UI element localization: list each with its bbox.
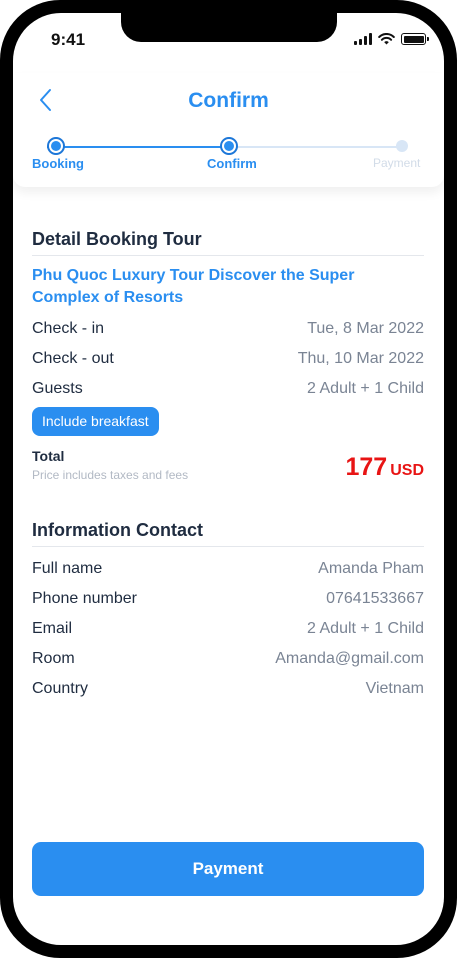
signal-icon [354, 33, 372, 45]
divider [32, 255, 424, 256]
country-label: Country [32, 680, 89, 697]
booking-section-title: Detail Booking Tour [32, 229, 202, 249]
room-label: Room [32, 650, 75, 667]
page-title: Confirm [188, 89, 269, 112]
country-row: Country Vietnam [32, 678, 424, 700]
notch [121, 13, 337, 42]
room-row: Room Amanda@gmail.com [32, 648, 424, 670]
checkin-label: Check - in [32, 320, 105, 337]
step-connector-1 [47, 146, 222, 148]
email-value: 2 Adult + 1 Child [307, 620, 424, 637]
room-value: Amanda@gmail.com [275, 650, 424, 667]
tour-name: Phu Quoc Luxury Tour Discover the Super … [32, 267, 355, 306]
phone-frame: 9:41 Confirm Booking Confirm Payment Det… [0, 0, 457, 958]
step-label-payment: Payment [373, 156, 421, 170]
price-amount: 177 [345, 453, 388, 481]
breakfast-badge: Include breakfast [32, 407, 159, 436]
checkout-row: Check - out Thu, 10 Mar 2022 [32, 348, 424, 370]
total-price: 177 USD [346, 453, 425, 482]
checkin-value: Tue, 8 Mar 2022 [307, 320, 424, 337]
checkin-row: Check - in Tue, 8 Mar 2022 [32, 318, 424, 340]
status-time: 9:41 [51, 30, 86, 49]
step-dot-booking [47, 137, 65, 155]
email-row: Email 2 Adult + 1 Child [32, 618, 424, 640]
payment-button[interactable]: Payment [32, 842, 424, 896]
step-dot-payment [396, 140, 408, 152]
contact-section-title: Information Contact [32, 520, 203, 540]
phone-row: Phone number 07641533667 [32, 588, 424, 610]
step-label-booking: Booking [32, 156, 84, 171]
total-label: Total [32, 448, 65, 464]
checkout-value: Thu, 10 Mar 2022 [297, 350, 424, 367]
phone-label: Phone number [32, 590, 137, 607]
step-dot-confirm [220, 137, 238, 155]
guests-row: Guests 2 Adult + 1 Child [32, 378, 424, 400]
wifi-icon [378, 33, 395, 45]
country-value: Vietnam [365, 680, 424, 697]
fullname-value: Amanda Pham [318, 560, 424, 577]
fullname-label: Full name [32, 560, 103, 577]
phone-value: 07641533667 [326, 590, 424, 607]
header: Confirm Booking Confirm Payment [13, 73, 444, 187]
guests-label: Guests [32, 380, 83, 397]
guests-value: 2 Adult + 1 Child [307, 380, 424, 397]
total-note: Price includes taxes and fees [32, 468, 189, 482]
step-connector-2 [237, 146, 397, 148]
battery-icon [401, 33, 429, 45]
step-label-confirm: Confirm [207, 156, 257, 171]
screen: 9:41 Confirm Booking Confirm Payment Det… [13, 13, 444, 945]
checkout-label: Check - out [32, 350, 114, 367]
fullname-row: Full name Amanda Pham [32, 558, 424, 580]
email-label: Email [32, 620, 73, 637]
status-icons [354, 33, 429, 45]
price-currency: USD [390, 462, 424, 479]
divider [32, 546, 424, 547]
